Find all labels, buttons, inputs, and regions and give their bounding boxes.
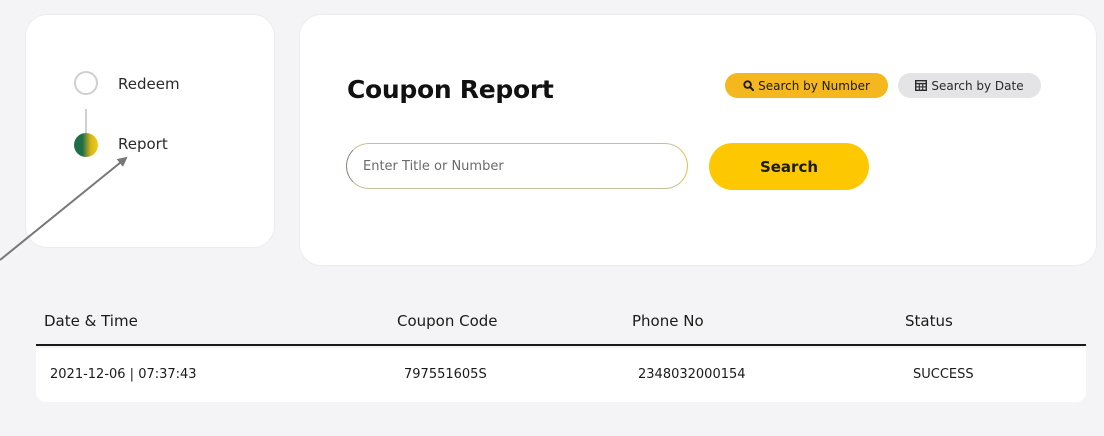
table-row: 2021-12-06 | 07:37:43 797551605S 2348032… xyxy=(36,348,1086,402)
step-redeem[interactable]: Redeem xyxy=(118,75,180,93)
cell-date-time: 2021-12-06 | 07:37:43 xyxy=(50,367,197,382)
cell-status: SUCCESS xyxy=(913,367,974,382)
column-header-date-time: Date & Time xyxy=(44,312,138,330)
search-button[interactable]: Search xyxy=(709,143,869,190)
step-report[interactable]: Report xyxy=(118,135,168,153)
column-header-status: Status xyxy=(905,312,953,330)
search-by-number-label: Search by Number xyxy=(758,78,870,93)
coupon-report-page: Redeem Report Coupon Report Search by Nu… xyxy=(0,0,1104,436)
search-icon xyxy=(743,80,755,91)
stepper-card: Redeem Report xyxy=(25,14,275,248)
search-input[interactable] xyxy=(346,143,688,189)
cell-coupon-code: 797551605S xyxy=(404,367,487,382)
column-header-phone-no: Phone No xyxy=(632,312,704,330)
table-header: Date & Time Coupon Code Phone No Status xyxy=(36,300,1086,346)
page-title: Coupon Report xyxy=(347,75,554,104)
search-card: Coupon Report Search by Number Search by… xyxy=(299,14,1097,266)
search-by-number-button[interactable]: Search by Number xyxy=(725,73,888,98)
calendar-grid-icon xyxy=(915,80,928,91)
step-report-indicator-icon[interactable] xyxy=(74,133,98,157)
step-redeem-indicator-icon[interactable] xyxy=(74,71,98,95)
search-by-date-label: Search by Date xyxy=(931,78,1024,93)
column-header-coupon-code: Coupon Code xyxy=(397,312,498,330)
search-by-date-button[interactable]: Search by Date xyxy=(898,73,1041,98)
cell-phone-no: 2348032000154 xyxy=(638,367,746,382)
